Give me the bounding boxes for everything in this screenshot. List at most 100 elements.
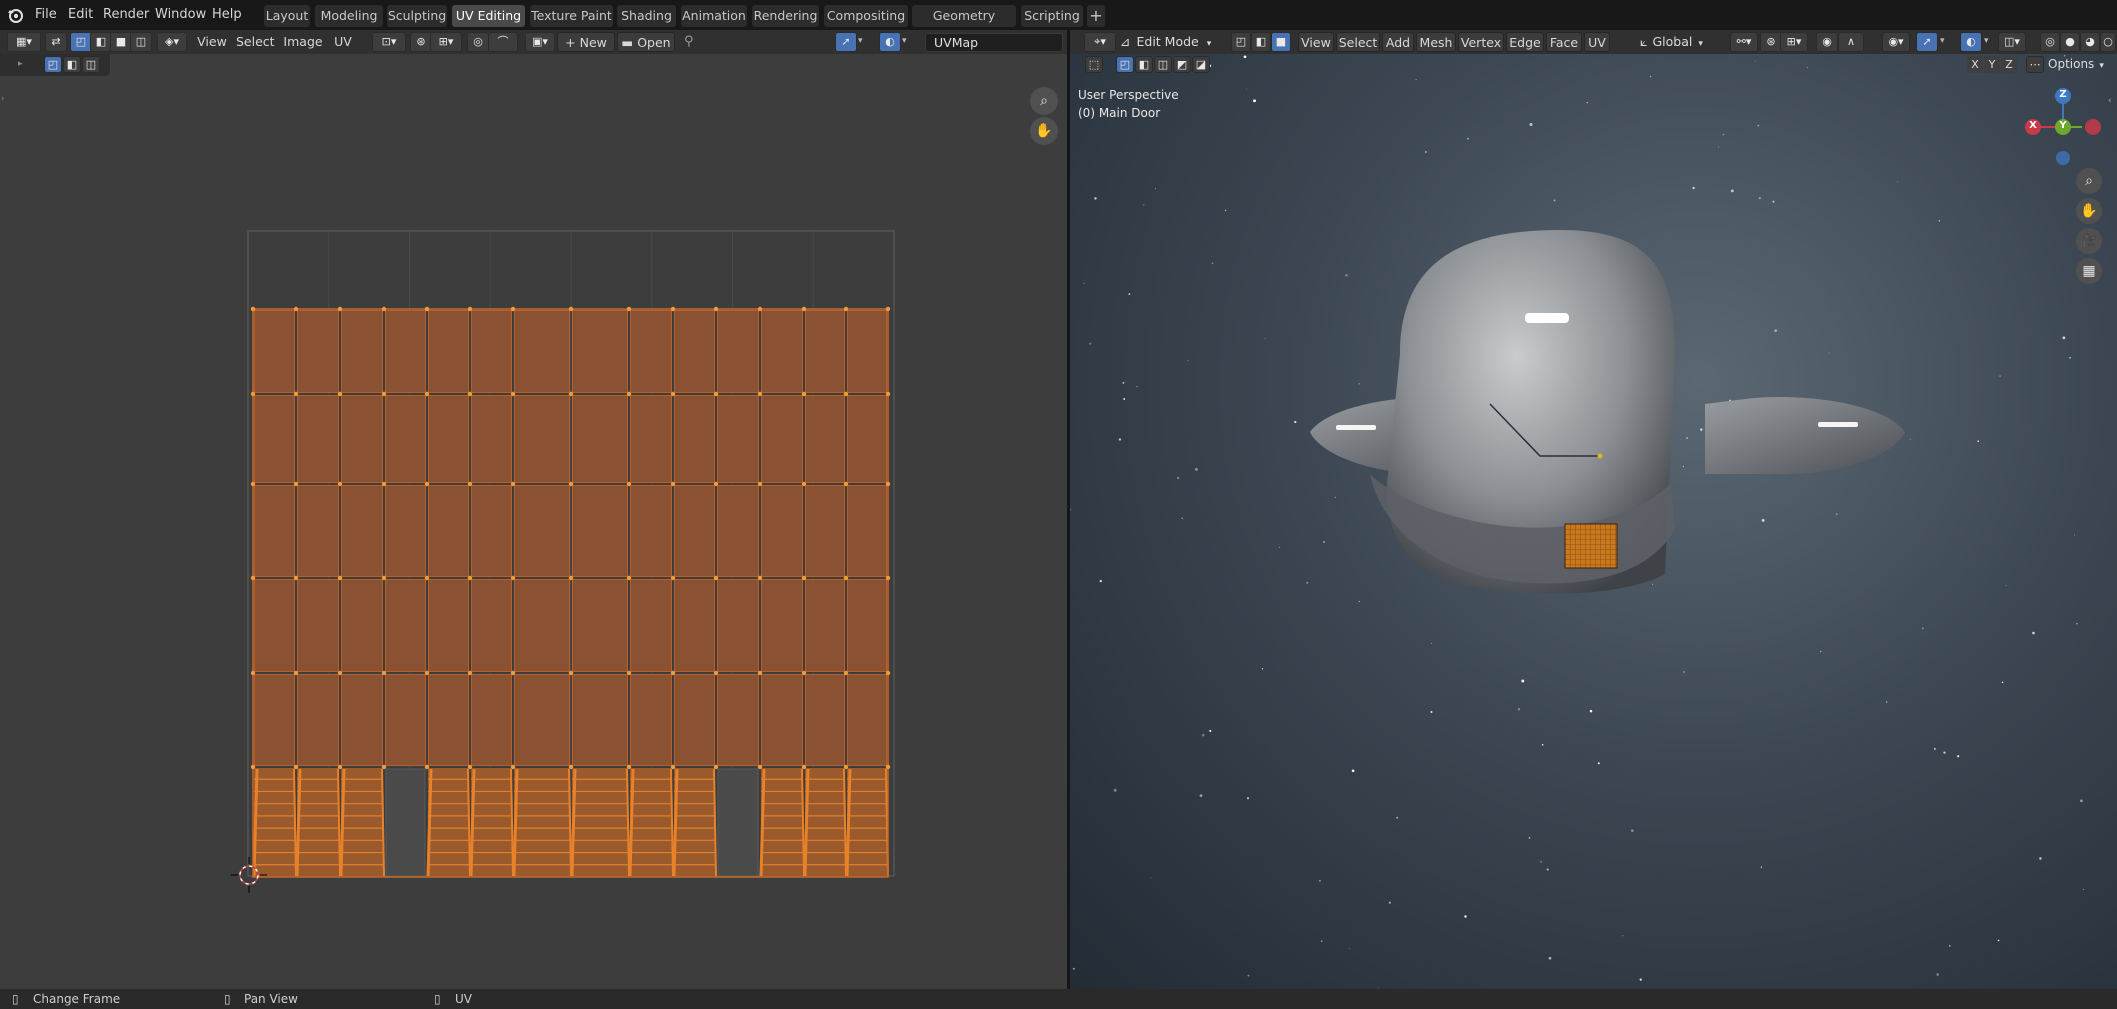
uv-vertex: [250, 391, 256, 397]
viewport-menu-mesh[interactable]: Mesh: [1416, 32, 1456, 52]
overlay-toggle-icon[interactable]: ◐: [1960, 32, 1982, 52]
material-shading-icon[interactable]: ◕: [2080, 32, 2100, 52]
menu-edit[interactable]: Edit: [68, 5, 93, 25]
tab-sculpting[interactable]: Sculpting: [387, 5, 447, 27]
snap-target-icon[interactable]: ⊞▾: [430, 32, 462, 52]
tab-geometry-nodes[interactable]: Geometry Nodes: [912, 5, 1016, 45]
uv-face: [805, 768, 845, 876]
solid-shading-icon[interactable]: ●: [2060, 32, 2080, 52]
transform-orientation-dropdown[interactable]: ⟀ Global ▾: [1640, 32, 1724, 52]
uv-menu-uv[interactable]: UV: [332, 32, 354, 52]
face-mode-icon[interactable]: ■: [1271, 32, 1291, 52]
tab-shading[interactable]: Shading: [617, 5, 676, 27]
tab-uv-editing[interactable]: UV Editing: [452, 5, 525, 27]
chevron-down-icon[interactable]: ▾: [1984, 36, 1989, 46]
select-invert-icon[interactable]: ◩: [1173, 56, 1191, 73]
chevron-down-icon[interactable]: ▾: [858, 36, 866, 46]
uv-vertex: [885, 481, 891, 487]
vertex-select-icon[interactable]: ◰: [70, 32, 92, 52]
blender-logo-icon[interactable]: [6, 6, 24, 24]
pivot-icon[interactable]: ⚯▾: [1730, 32, 1758, 52]
tab-modeling[interactable]: Modeling: [315, 5, 383, 27]
viewport-menu-uv[interactable]: UV: [1584, 32, 1610, 52]
snap-grid-icon[interactable]: ⊞▾: [1780, 32, 1808, 52]
camera-icon[interactable]: 🎥: [2076, 228, 2102, 254]
menu-file[interactable]: File: [35, 5, 57, 25]
uv-face: [385, 579, 426, 672]
uv-face: [514, 395, 570, 483]
rendered-shading-icon[interactable]: ○: [2100, 32, 2116, 52]
viewport-menu-view[interactable]: View: [1298, 32, 1334, 52]
uv-face: [297, 674, 339, 766]
viewport-menu-vertex[interactable]: Vertex: [1458, 32, 1504, 52]
select-extend-icon[interactable]: ◧: [1135, 56, 1153, 73]
select-intersect-icon[interactable]: ◪: [1192, 56, 1210, 73]
uv-gizmo-toggle-icon[interactable]: ➚: [835, 32, 857, 52]
uv-vertex: [293, 575, 299, 581]
face-select-icon[interactable]: ■: [110, 32, 132, 52]
snap-icon[interactable]: ⊛: [410, 32, 432, 52]
uv-menu-select[interactable]: Select: [236, 32, 275, 52]
xray-icon[interactable]: ◫▾: [1998, 32, 2026, 52]
menu-render[interactable]: Render: [103, 5, 149, 25]
chevron-down-icon[interactable]: ▾: [902, 36, 910, 46]
uv-menu-image[interactable]: Image: [283, 32, 323, 52]
snap-icon[interactable]: ⊛: [1760, 32, 1782, 52]
sync-selection-icon[interactable]: ⇄: [45, 32, 67, 52]
falloff-icon[interactable]: ⌒: [488, 32, 518, 52]
auto-merge-icon[interactable]: ⋯: [2026, 56, 2044, 73]
star: [1154, 187, 1157, 190]
uv-editor-canvas[interactable]: ▸ ◰ ◧ ◫ › ⌕ ✋: [0, 54, 1067, 989]
star: [1247, 974, 1250, 977]
proportional-edit-icon[interactable]: ◉: [1816, 32, 1838, 52]
wireframe-shading-icon[interactable]: ◎: [2040, 32, 2060, 52]
edge-mode-icon[interactable]: ◧: [1251, 32, 1271, 52]
new-image-button[interactable]: + New: [557, 32, 615, 52]
chevron-down-icon[interactable]: ▾: [1940, 36, 1945, 46]
proportional-edit-icon[interactable]: ◎: [467, 32, 489, 52]
uv-face: [761, 395, 803, 483]
select-new-icon[interactable]: ◰: [1116, 56, 1134, 73]
tab-animation[interactable]: Animation: [681, 5, 747, 27]
3d-viewport[interactable]: User Perspective (0) Main Door ⬚ ◰ ◧ ◫ ◩…: [1070, 54, 2117, 989]
sidebar-toggle-icon[interactable]: ‹: [2108, 96, 2112, 106]
pan-hand-icon[interactable]: ✋: [2076, 198, 2102, 224]
tab-rendering[interactable]: Rendering: [752, 5, 819, 27]
tab-texture-paint[interactable]: Texture Paint: [530, 5, 613, 27]
mirror-x-toggle[interactable]: X: [1967, 56, 1983, 73]
tab-layout[interactable]: Layout: [264, 5, 310, 27]
image-browse-icon[interactable]: ▣▾: [525, 32, 555, 52]
menu-help[interactable]: Help: [212, 5, 242, 25]
pivot-point-icon[interactable]: ⊡▾: [372, 32, 406, 52]
viewport-menu-select[interactable]: Select: [1336, 32, 1380, 52]
gizmo-toggle-icon[interactable]: ➚: [1916, 32, 1938, 52]
tab-scripting[interactable]: Scripting: [1021, 5, 1083, 27]
pin-icon[interactable]: ⚲: [684, 34, 700, 50]
uvmap-field[interactable]: UVMap: [925, 33, 1063, 52]
island-select-icon[interactable]: ◫: [130, 32, 152, 52]
zoom-icon[interactable]: ⌕: [2076, 168, 2102, 194]
sticky-select-icon[interactable]: ◈▾: [157, 32, 187, 52]
viewport-menu-face[interactable]: Face: [1546, 32, 1582, 52]
visibility-eye-icon[interactable]: ◉▾: [1882, 32, 1910, 52]
open-image-button[interactable]: ▬ Open: [617, 32, 675, 52]
add-workspace-button[interactable]: +: [1087, 5, 1105, 27]
select-subtract-icon[interactable]: ◫: [1154, 56, 1172, 73]
viewport-editor-type-icon[interactable]: ⌖▾: [1084, 32, 1116, 52]
select-tool-icon[interactable]: ⬚: [1085, 56, 1103, 73]
uv-menu-view[interactable]: View: [197, 32, 227, 52]
mirror-z-toggle[interactable]: Z: [2001, 56, 2017, 73]
mirror-y-toggle[interactable]: Y: [1984, 56, 2000, 73]
tab-compositing[interactable]: Compositing: [824, 5, 908, 27]
falloff-icon[interactable]: ∧: [1838, 32, 1864, 52]
options-dropdown[interactable]: Options ▾: [2048, 56, 2110, 73]
menu-window[interactable]: Window: [155, 5, 206, 25]
viewport-menu-edge[interactable]: Edge: [1506, 32, 1544, 52]
uv-face: [630, 485, 672, 577]
uv-overlay-toggle-icon[interactable]: ◐: [879, 32, 901, 52]
edge-select-icon[interactable]: ◧: [90, 32, 112, 52]
editor-type-icon[interactable]: ▦▾: [7, 32, 41, 52]
viewport-menu-add[interactable]: Add: [1382, 32, 1414, 52]
vertex-mode-icon[interactable]: ◰: [1231, 32, 1251, 52]
perspective-grid-icon[interactable]: ▦: [2076, 258, 2102, 284]
